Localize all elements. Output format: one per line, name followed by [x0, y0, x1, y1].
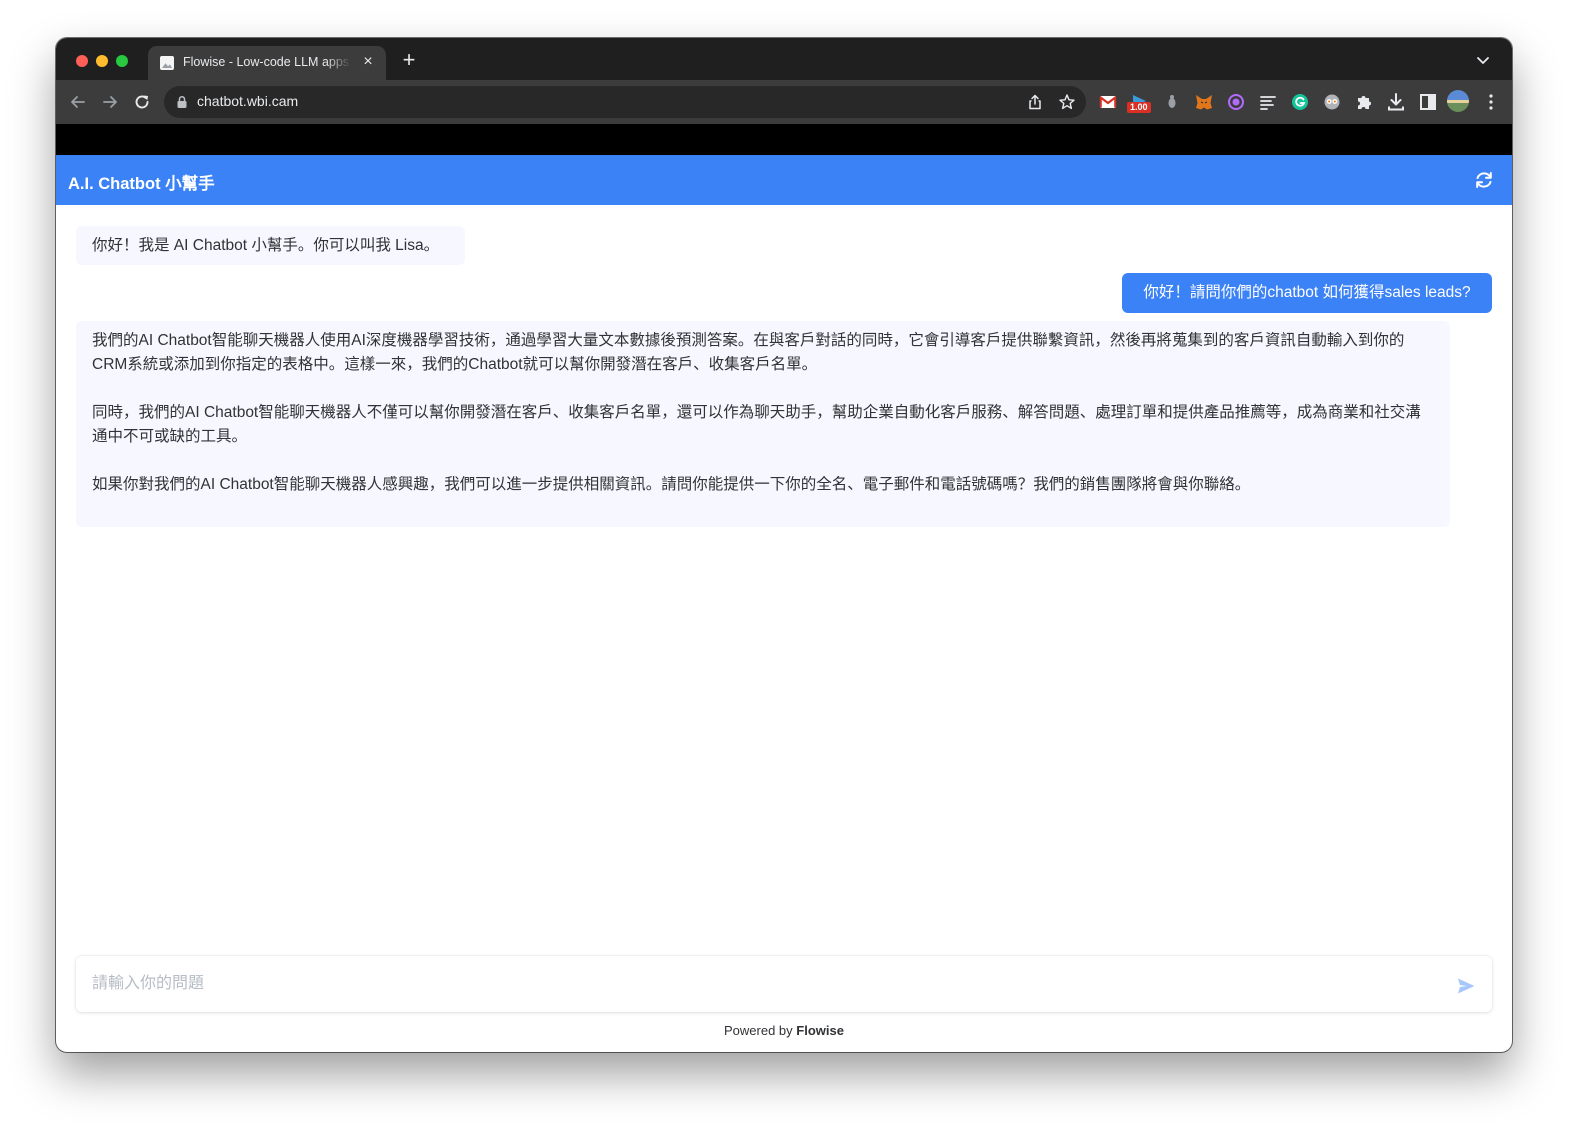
- bookmark-star-icon[interactable]: [1058, 93, 1076, 111]
- answer-paragraph-2: 同時，我們的AI Chatbot智能聊天機器人不僅可以幫你開發潛在客戶、收集客戶…: [92, 404, 1421, 445]
- extensions-puzzle-icon[interactable]: [1353, 91, 1375, 113]
- page-top-bar: [56, 124, 1512, 155]
- share-icon[interactable]: [1026, 93, 1044, 111]
- download-icon[interactable]: [1385, 91, 1407, 113]
- reload-icon[interactable]: [131, 91, 153, 113]
- chat-input[interactable]: [76, 956, 1436, 1012]
- tab-strip: Flowise - Low-code LLM apps builder × +: [56, 38, 1512, 80]
- bug-extension-icon[interactable]: [1161, 91, 1183, 113]
- powered-by-label: Powered by: [724, 1023, 793, 1038]
- browser-toolbar: chatbot.wbi.cam 1.00: [56, 80, 1512, 124]
- tab-search-chevron-icon[interactable]: [1474, 51, 1492, 69]
- tab-title: Flowise - Low-code LLM apps builder: [183, 55, 351, 69]
- answer-paragraph-3: 如果你對我們的AI Chatbot智能聊天機器人感興趣，我們可以進一步提供相關資…: [92, 476, 1251, 493]
- circle-target-extension-icon[interactable]: [1225, 91, 1247, 113]
- owl-extension-icon[interactable]: [1321, 91, 1343, 113]
- back-arrow-icon[interactable]: [67, 91, 89, 113]
- browser-window: Flowise - Low-code LLM apps builder × + …: [56, 38, 1512, 1052]
- user-message: 你好！請問你們的chatbot 如何獲得sales leads?: [1122, 273, 1492, 313]
- extension-badge: 1.00: [1127, 102, 1151, 113]
- gmail-icon[interactable]: [1097, 91, 1119, 113]
- kebab-menu-icon[interactable]: [1480, 91, 1502, 113]
- answer-paragraph-1: 我們的AI Chatbot智能聊天機器人使用AI深度機器學習技術，通過學習大量文…: [92, 332, 1405, 373]
- bot-message-answer: 我們的AI Chatbot智能聊天機器人使用AI深度機器學習技術，通過學習大量文…: [76, 321, 1450, 527]
- lock-icon: [177, 95, 187, 108]
- new-tab-button[interactable]: +: [398, 49, 420, 72]
- browser-tab-flowise[interactable]: Flowise - Low-code LLM apps builder ×: [148, 46, 386, 80]
- tab-favicon-icon: [160, 56, 174, 70]
- flowise-link[interactable]: Flowise: [796, 1023, 844, 1038]
- side-panel-icon[interactable]: [1417, 91, 1439, 113]
- profile-avatar[interactable]: [1447, 90, 1469, 112]
- grammarly-icon[interactable]: [1289, 91, 1311, 113]
- text-lines-extension-icon[interactable]: [1257, 91, 1279, 113]
- chatbot-title: A.I. Chatbot 小幫手: [68, 175, 215, 193]
- bot-message-greeting: 你好！我是 AI Chatbot 小幫手。你可以叫我 Lisa。: [76, 226, 465, 265]
- maximize-window-button[interactable]: [116, 55, 128, 67]
- send-icon[interactable]: [1456, 976, 1476, 996]
- forward-arrow-icon[interactable]: [99, 91, 121, 113]
- address-bar[interactable]: chatbot.wbi.cam: [164, 86, 1086, 118]
- minimize-window-button[interactable]: [96, 55, 108, 67]
- chat-input-container: [76, 956, 1492, 1012]
- close-window-button[interactable]: [76, 55, 88, 67]
- refresh-icon[interactable]: [1473, 169, 1495, 191]
- chat-messages: 你好！我是 AI Chatbot 小幫手。你可以叫我 Lisa。 你好！請問你們…: [56, 205, 1512, 945]
- powered-by-footer: Powered by Flowise: [56, 1023, 1512, 1038]
- tab-close-icon[interactable]: ×: [359, 53, 377, 71]
- chatbot-header: A.I. Chatbot 小幫手: [56, 155, 1512, 205]
- metamask-fox-icon[interactable]: [1193, 91, 1215, 113]
- url-text: chatbot.wbi.cam: [197, 93, 299, 109]
